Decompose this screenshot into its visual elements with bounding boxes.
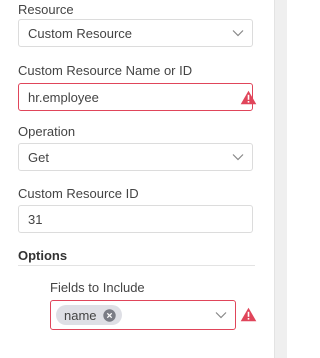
- chevron-down-icon: [232, 30, 244, 37]
- operation-label: Operation: [18, 124, 76, 139]
- custom-resource-id-label: Custom Resource ID: [18, 186, 139, 201]
- fields-to-include-label: Fields to Include: [50, 280, 145, 295]
- operation-value: Get: [28, 150, 49, 165]
- resource-label: Resource: [18, 2, 74, 17]
- remove-chip-icon[interactable]: [102, 308, 116, 322]
- chip-label: name: [64, 307, 97, 323]
- chip-name: name: [56, 305, 122, 325]
- resource-value: Custom Resource: [28, 26, 133, 41]
- chevron-down-icon: [232, 154, 244, 161]
- options-heading: Options: [18, 248, 68, 263]
- custom-resource-name-input[interactable]: hr.employee: [18, 83, 253, 111]
- warning-icon: [240, 90, 257, 105]
- operation-select[interactable]: Get: [18, 143, 253, 171]
- options-divider: [18, 265, 255, 266]
- resource-select[interactable]: Custom Resource: [18, 19, 253, 47]
- custom-resource-name-label: Custom Resource Name or ID: [18, 63, 193, 78]
- chevron-down-icon: [215, 312, 227, 319]
- custom-resource-id-value: 31: [28, 212, 43, 227]
- scrollbar-track[interactable]: [274, 0, 287, 358]
- warning-icon: [240, 307, 257, 322]
- custom-resource-id-input[interactable]: 31: [18, 205, 253, 233]
- fields-to-include-select[interactable]: name: [50, 300, 236, 330]
- custom-resource-name-value: hr.employee: [28, 90, 99, 105]
